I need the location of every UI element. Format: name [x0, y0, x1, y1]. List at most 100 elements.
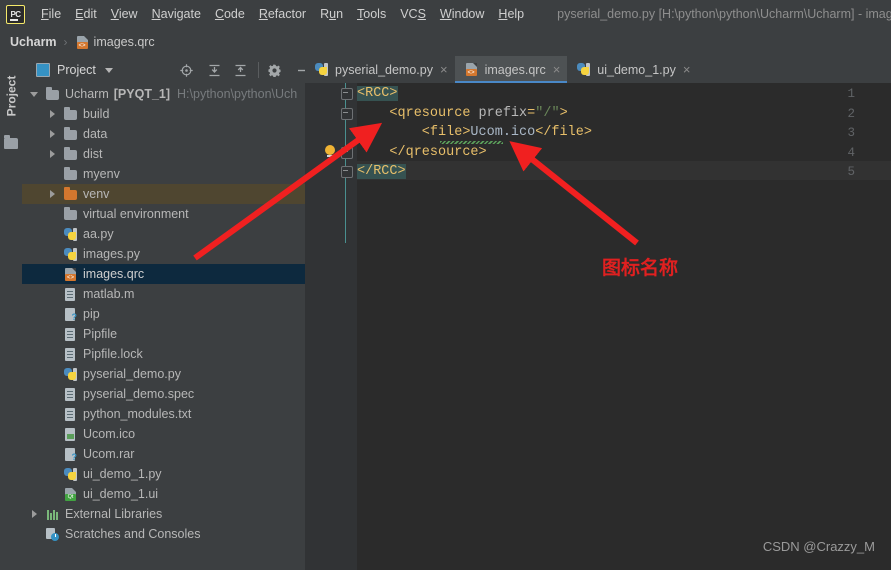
tree-row-label: python_modules.txt [83, 407, 192, 421]
chevron-down-icon[interactable] [30, 90, 39, 99]
fold-marker-line5[interactable] [339, 164, 353, 178]
breadcrumb: Ucharm › <> images.qrc [0, 28, 891, 56]
external-libraries-icon [45, 507, 60, 522]
code-token: prefix [478, 105, 528, 121]
locate-icon[interactable] [179, 63, 194, 78]
tree-row[interactable]: Ucharm [PYQT_1] H:\python\python\Uch [22, 84, 305, 104]
menu-item-run[interactable]: Run [313, 4, 350, 24]
code-line[interactable]: <file>Ucom.ico</file> [357, 125, 592, 140]
code-token: <file> [357, 125, 471, 140]
menu-item-help[interactable]: Help [491, 4, 531, 24]
menu-item-navigate[interactable]: Navigate [145, 4, 208, 24]
tree-row[interactable]: <> images.qrc [22, 264, 305, 284]
tree-row-label: data [83, 127, 108, 141]
tool-window-button-project[interactable]: Project [0, 58, 22, 134]
tree-row[interactable]: images.py [22, 244, 305, 264]
tree-row[interactable]: pip [22, 304, 305, 324]
menu-item-view[interactable]: View [104, 4, 145, 24]
close-icon[interactable]: × [683, 63, 691, 76]
menu-item-refactor[interactable]: Refactor [252, 4, 313, 24]
tree-row[interactable]: pyserial_demo.py [22, 364, 305, 384]
fold-marker-line4[interactable] [339, 145, 353, 159]
tree-row[interactable]: Pipfile [22, 324, 305, 344]
chevron-right-icon[interactable] [48, 130, 57, 139]
tree-row-label: Scratches and Consoles [65, 527, 201, 541]
tree-row[interactable]: Ucom.ico [22, 424, 305, 444]
tree-row[interactable]: virtual environment [22, 204, 305, 224]
chevron-right-icon[interactable] [48, 110, 57, 119]
tree-row-suffix: [PYQT_1] [113, 87, 171, 101]
tree-row-label: Pipfile [83, 327, 118, 341]
lightbulb-icon[interactable] [323, 145, 337, 159]
folder-icon[interactable] [4, 135, 18, 149]
tree-row[interactable]: matlab.m [22, 284, 305, 304]
editor-tab-pyserial-demo-py[interactable]: pyserial_demo.py × [305, 56, 455, 83]
tree-row-label: External Libraries [65, 507, 163, 521]
menu-item-tools[interactable]: Tools [350, 4, 393, 24]
tree-row[interactable]: data [22, 124, 305, 144]
code-token: </RCC> [357, 164, 406, 179]
menu-item-code[interactable]: Code [208, 4, 252, 24]
tree-row[interactable]: myenv [22, 164, 305, 184]
python-file-icon [63, 247, 78, 262]
editor-tab-ui-demo-1-py[interactable]: ui_demo_1.py × [567, 56, 697, 83]
tree-row[interactable]: pyserial_demo.spec [22, 384, 305, 404]
document-file-icon [63, 347, 78, 362]
code-line[interactable]: <qresource prefix="/"> [357, 105, 567, 121]
tree-row[interactable]: aa.py [22, 224, 305, 244]
unknown-file-icon [63, 307, 78, 322]
tree-row[interactable]: Scratches and Consoles [22, 524, 305, 544]
project-view-selector[interactable]: Project [36, 63, 113, 77]
close-icon[interactable]: × [440, 63, 448, 76]
annotation-note: 图标名称 [602, 257, 679, 279]
menu-item-vcs[interactable]: VCS [393, 4, 433, 24]
tree-arrow-placeholder [48, 470, 57, 479]
code-line[interactable]: </qresource> [357, 145, 486, 160]
tree-arrow-placeholder [48, 270, 57, 279]
chevron-down-icon[interactable] [104, 67, 113, 73]
menu-bar: PC File Edit View Navigate Code Refactor Run To… [0, 0, 891, 28]
tree-row[interactable]: dist [22, 144, 305, 164]
menu-item-edit[interactable]: Edit [68, 4, 104, 24]
python-file-icon [314, 62, 329, 77]
tree-row-label: myenv [83, 167, 120, 181]
fold-marker-line1[interactable] [339, 86, 353, 100]
editor-tab-bar: pyserial_demo.py × <> images.qrc × ui_demo_1.… [305, 56, 891, 83]
code-editor[interactable]: 1 2 3 4 5 <RCC> <qresource prefix="/"> <file… [305, 83, 891, 570]
tree-arrow-placeholder [48, 350, 57, 359]
chevron-right-icon[interactable] [48, 190, 57, 199]
tree-row-label: images.qrc [83, 267, 145, 281]
tree-row[interactable]: Qt ui_demo_1.ui [22, 484, 305, 504]
code-token: <qresource [357, 105, 479, 121]
line-number: 5 [847, 165, 855, 179]
qrc-file-icon: <> [63, 267, 78, 282]
tree-row-label: pip [83, 307, 100, 321]
code-line[interactable]: </RCC> [357, 164, 406, 179]
tree-row[interactable]: Ucom.rar [22, 444, 305, 464]
project-tree[interactable]: Ucharm [PYQT_1] H:\python\python\Uch build d… [22, 84, 305, 570]
tree-row[interactable]: python_modules.txt [22, 404, 305, 424]
project-panel: Project Ucharm [PYQT_1] H:\python\python… [22, 56, 307, 570]
gear-icon[interactable] [267, 63, 282, 78]
breadcrumb-file[interactable]: images.qrc [94, 35, 155, 49]
folder-icon [63, 147, 78, 162]
tree-row[interactable]: build [22, 104, 305, 124]
expand-all-icon[interactable] [207, 63, 222, 78]
code-line[interactable]: <RCC> [357, 86, 398, 101]
tree-arrow-placeholder [48, 330, 57, 339]
menu-item-window[interactable]: Window [433, 4, 491, 24]
chevron-right-icon[interactable] [30, 510, 39, 519]
chevron-right-icon[interactable] [48, 150, 57, 159]
breadcrumb-root[interactable]: Ucharm [10, 35, 57, 49]
tree-row[interactable]: ui_demo_1.py [22, 464, 305, 484]
tree-row-label: virtual environment [83, 207, 189, 221]
tree-row[interactable]: Pipfile.lock [22, 344, 305, 364]
fold-marker-line2[interactable] [339, 106, 353, 120]
collapse-all-icon[interactable] [233, 63, 248, 78]
menu-item-file[interactable]: File [34, 4, 68, 24]
tree-row[interactable]: External Libraries [22, 504, 305, 524]
tree-row[interactable]: venv [22, 184, 305, 204]
tree-arrow-placeholder [48, 450, 57, 459]
close-icon[interactable]: × [553, 63, 561, 76]
editor-tab-images-qrc[interactable]: <> images.qrc × [454, 56, 568, 83]
